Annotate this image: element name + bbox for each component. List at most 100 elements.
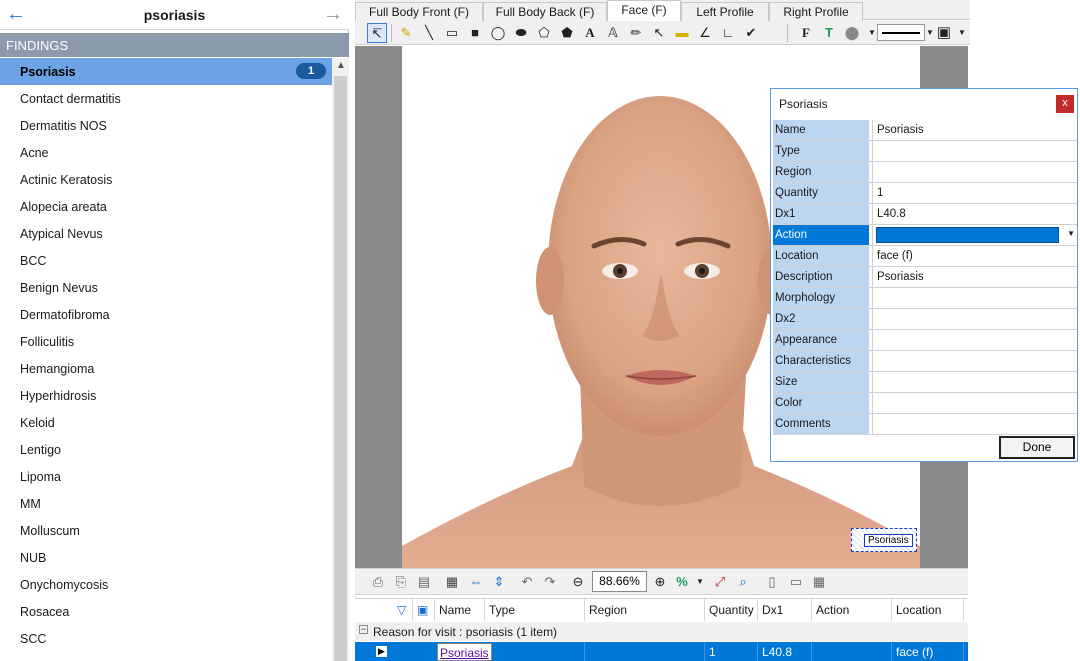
- chevron-down-icon[interactable]: ▼: [1067, 229, 1075, 238]
- property-row[interactable]: Action ▼: [773, 225, 1077, 246]
- cell-name-link[interactable]: Psoriasis: [437, 643, 492, 661]
- list-item[interactable]: BCC: [0, 247, 332, 274]
- angle-tool-icon[interactable]: ∠: [695, 23, 715, 43]
- property-value[interactable]: L40.8: [872, 204, 1077, 224]
- text-outline-icon[interactable]: 𝔸: [603, 23, 623, 43]
- tab-full-body-back[interactable]: Full Body Back (F): [483, 2, 607, 21]
- property-value[interactable]: [872, 162, 1077, 182]
- cell-type[interactable]: [485, 642, 585, 661]
- erase-tool-icon[interactable]: ✔: [741, 23, 761, 43]
- list-item[interactable]: Hyperhidrosis: [0, 382, 332, 409]
- list-item[interactable]: Hemangioma: [0, 355, 332, 382]
- ellipse-icon[interactable]: ◯: [488, 23, 508, 43]
- grid-view-icon[interactable]: ▦: [810, 573, 828, 591]
- cell-action[interactable]: [812, 642, 892, 661]
- findings-scrollbar[interactable]: ▲: [332, 58, 349, 661]
- property-value[interactable]: [872, 309, 1077, 329]
- chevron-down-icon[interactable]: ▼: [952, 23, 972, 43]
- property-value[interactable]: Psoriasis: [872, 267, 1077, 287]
- cell-dx1[interactable]: L40.8: [758, 642, 812, 661]
- property-value[interactable]: face (f): [872, 246, 1077, 266]
- list-item[interactable]: Lipoma: [0, 463, 332, 490]
- psoriasis-marker[interactable]: Psoriasis: [851, 528, 917, 552]
- column-location[interactable]: Location: [892, 599, 964, 621]
- property-row[interactable]: Comments: [773, 414, 1077, 435]
- text-color-icon[interactable]: T: [819, 23, 839, 43]
- property-row[interactable]: Description Psoriasis: [773, 267, 1077, 288]
- column-name[interactable]: Name: [435, 599, 485, 621]
- collapse-icon[interactable]: −: [359, 625, 368, 634]
- column-type[interactable]: Type: [485, 599, 585, 621]
- column-action[interactable]: Action: [812, 599, 892, 621]
- rectangle-icon[interactable]: ▭: [442, 23, 462, 43]
- list-item[interactable]: Molluscum: [0, 517, 332, 544]
- tab-right-profile[interactable]: Right Profile: [769, 2, 863, 21]
- ruler-icon[interactable]: ▬: [672, 23, 692, 43]
- action-select[interactable]: [876, 227, 1059, 243]
- property-value[interactable]: [872, 330, 1077, 350]
- line-style-select[interactable]: [877, 24, 925, 41]
- column-dx1[interactable]: Dx1: [758, 599, 812, 621]
- property-value[interactable]: [872, 288, 1077, 308]
- property-value[interactable]: [872, 393, 1077, 413]
- select-pointer-icon[interactable]: ↸: [367, 23, 387, 43]
- list-item[interactable]: Dermatitis NOS: [0, 112, 332, 139]
- list-item[interactable]: Benign Nevus: [0, 274, 332, 301]
- table-row[interactable]: ▶ Psoriasis 1 L40.8 face (f): [355, 642, 968, 661]
- zoom-in-icon[interactable]: ⊕: [651, 573, 669, 591]
- property-value[interactable]: [872, 414, 1077, 434]
- fit-to-window-icon[interactable]: ⤢: [711, 573, 729, 591]
- list-item[interactable]: Contact dermatitis: [0, 85, 332, 112]
- column-quantity[interactable]: Quantity: [705, 599, 758, 621]
- property-row[interactable]: Location face (f): [773, 246, 1077, 267]
- property-row[interactable]: Type: [773, 141, 1077, 162]
- zoom-level-field[interactable]: 88.66%: [592, 571, 647, 592]
- two-page-icon[interactable]: ▭: [787, 573, 805, 591]
- text-tool-icon[interactable]: A: [580, 23, 600, 43]
- list-item[interactable]: Actinic Keratosis: [0, 166, 332, 193]
- property-row[interactable]: Dx2: [773, 309, 1077, 330]
- list-item[interactable]: Folliculitis: [0, 328, 332, 355]
- chevron-down-icon[interactable]: ▼: [691, 573, 709, 591]
- list-item[interactable]: NUB: [0, 544, 332, 571]
- print-all-icon[interactable]: ⎘: [392, 573, 410, 591]
- pencil-icon[interactable]: ✎: [396, 23, 416, 43]
- list-item[interactable]: Atypical Nevus: [0, 220, 332, 247]
- cell-quantity[interactable]: 1: [705, 642, 758, 661]
- column-region[interactable]: Region: [585, 599, 705, 621]
- list-item[interactable]: Lentigo: [0, 436, 332, 463]
- scrollbar-thumb[interactable]: [334, 76, 347, 661]
- list-item[interactable]: MM: [0, 490, 332, 517]
- filled-rectangle-icon[interactable]: ■: [465, 23, 485, 43]
- property-row[interactable]: Name Psoriasis: [773, 120, 1077, 141]
- scroll-up-icon[interactable]: ▲: [336, 60, 346, 71]
- property-value[interactable]: [872, 141, 1077, 161]
- cell-location[interactable]: face (f): [892, 642, 964, 661]
- filled-ellipse-icon[interactable]: ⬬: [511, 23, 531, 43]
- font-bold-icon[interactable]: F: [796, 23, 816, 43]
- property-value[interactable]: [872, 351, 1077, 371]
- fill-color-icon[interactable]: ⬤: [842, 23, 862, 43]
- property-row[interactable]: Morphology: [773, 288, 1077, 309]
- undo-icon[interactable]: ↶: [518, 573, 536, 591]
- list-item[interactable]: Dermatofibroma: [0, 301, 332, 328]
- zoom-out-icon[interactable]: ⊖: [569, 573, 587, 591]
- cell-region[interactable]: [585, 642, 705, 661]
- list-item[interactable]: Keloid: [0, 409, 332, 436]
- print-icon[interactable]: ⎙: [369, 573, 387, 591]
- tab-full-body-front[interactable]: Full Body Front (F): [355, 2, 483, 21]
- property-row[interactable]: Region: [773, 162, 1077, 183]
- list-item[interactable]: SCC: [0, 625, 332, 652]
- highlighter-icon[interactable]: ✏: [626, 23, 646, 43]
- fit-width-icon[interactable]: ⇔: [467, 573, 485, 591]
- property-value[interactable]: [872, 372, 1077, 392]
- percent-icon[interactable]: %: [673, 573, 691, 591]
- save-icon[interactable]: ▤: [415, 573, 433, 591]
- list-item[interactable]: Psoriasis 1: [0, 58, 332, 85]
- property-row[interactable]: Dx1 L40.8: [773, 204, 1077, 225]
- single-page-icon[interactable]: ▯: [763, 573, 781, 591]
- property-value[interactable]: 1: [872, 183, 1077, 203]
- fit-page-icon[interactable]: ▦: [443, 573, 461, 591]
- camera-icon[interactable]: ▣: [413, 599, 435, 621]
- redo-icon[interactable]: ↷: [541, 573, 559, 591]
